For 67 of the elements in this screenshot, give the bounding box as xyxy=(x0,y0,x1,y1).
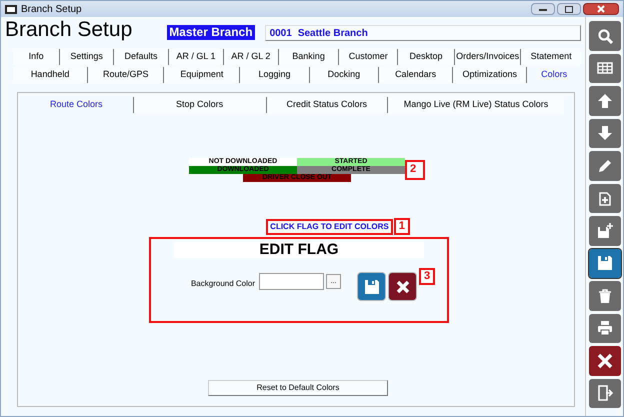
close-icon xyxy=(396,280,410,294)
maximize-icon xyxy=(565,6,573,12)
app-icon xyxy=(5,4,17,14)
search-button[interactable] xyxy=(588,21,620,50)
tab[interactable]: Stop Colors xyxy=(134,97,267,113)
search-icon xyxy=(596,28,612,44)
pencil-button[interactable] xyxy=(588,151,620,180)
save-button[interactable] xyxy=(357,272,386,301)
down-arrow-icon xyxy=(596,125,612,142)
callout-number: 2 xyxy=(405,160,425,180)
tab[interactable]: Customer xyxy=(339,49,398,65)
new-document-button[interactable] xyxy=(588,184,620,213)
grid-icon xyxy=(596,60,612,76)
reset-button[interactable]: Reset to Default Colors xyxy=(208,380,388,396)
close-icon xyxy=(597,5,605,13)
floppy-button[interactable] xyxy=(588,248,620,278)
grid-button[interactable] xyxy=(588,54,620,83)
pencil-icon xyxy=(596,158,612,174)
trash-icon xyxy=(596,288,612,304)
tab[interactable]: Statement xyxy=(521,49,581,65)
branch-badge: Master Branch xyxy=(167,25,255,40)
floppy-icon xyxy=(596,255,612,272)
printer-button[interactable] xyxy=(588,314,620,343)
up-arrow-icon xyxy=(596,92,612,109)
cancel-button[interactable] xyxy=(388,272,418,301)
tab[interactable]: Docking xyxy=(310,67,379,83)
edit-flag-title: EDIT FLAG xyxy=(174,242,424,258)
tab[interactable]: Handheld xyxy=(13,67,88,83)
branch-code: 0001 xyxy=(270,26,292,40)
close-icon xyxy=(596,352,612,369)
branch-name: Seattle Branch xyxy=(298,26,368,40)
tab[interactable]: Orders/Invoices xyxy=(454,49,522,65)
exit-door-button[interactable] xyxy=(588,378,620,408)
close-button[interactable] xyxy=(588,346,620,376)
new-document-icon xyxy=(596,190,612,206)
save-plus-button[interactable] xyxy=(588,216,620,246)
minimize-icon xyxy=(539,8,547,10)
tab[interactable]: Logging xyxy=(240,67,310,83)
maximize-button[interactable] xyxy=(557,3,581,15)
callout-number: 3 xyxy=(419,268,436,285)
tab[interactable]: Optimizations xyxy=(453,67,528,83)
window-title: Branch Setup xyxy=(21,2,82,16)
field-label: Background Color xyxy=(190,278,256,290)
tab[interactable]: AR / GL 1 xyxy=(168,49,224,65)
tab[interactable]: Credit Status Colors xyxy=(266,97,388,113)
tab[interactable]: Info xyxy=(13,49,60,65)
minimize-button[interactable] xyxy=(531,3,555,15)
callout-number: 1 xyxy=(394,218,410,235)
down-arrow-button[interactable] xyxy=(588,118,620,148)
tab[interactable]: Equipment xyxy=(164,67,240,83)
tab[interactable]: Calendars xyxy=(379,67,454,83)
tab[interactable]: Banking xyxy=(278,49,340,65)
floppy-icon xyxy=(364,278,380,294)
tab[interactable]: Defaults xyxy=(114,49,169,65)
tab[interactable]: Mango Live (RM Live) Status Colors xyxy=(388,97,564,113)
save-plus-icon xyxy=(596,222,612,239)
exit-door-icon xyxy=(596,385,612,402)
up-arrow-button[interactable] xyxy=(588,86,620,116)
tab[interactable]: Route/GPS xyxy=(88,67,164,83)
printer-icon xyxy=(596,320,612,336)
tab[interactable]: AR / GL 2 xyxy=(224,49,279,65)
tab[interactable]: Desktop xyxy=(398,49,455,65)
page-title: Branch Setup xyxy=(5,17,134,43)
tab[interactable]: Settings xyxy=(60,49,114,65)
hint-text: CLICK FLAG TO EDIT COLORS xyxy=(270,222,389,232)
close-button[interactable] xyxy=(583,3,619,15)
trash-button[interactable] xyxy=(588,281,620,310)
